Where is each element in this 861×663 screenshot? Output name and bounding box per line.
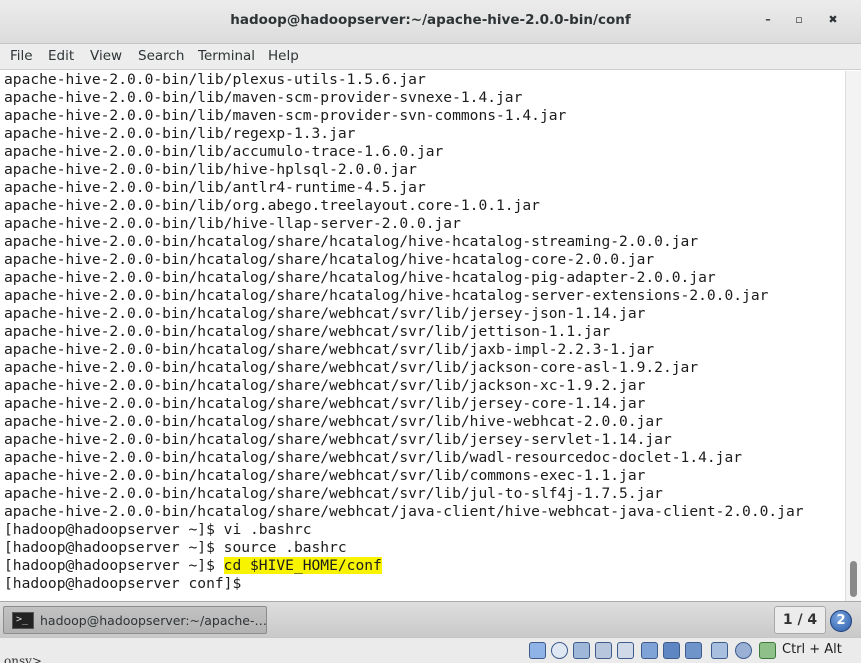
network-icon[interactable] xyxy=(641,642,658,659)
terminal-line: apache-hive-2.0.0-bin/hcatalog/share/hca… xyxy=(4,287,769,304)
terminal-line: apache-hive-2.0.0-bin/lib/maven-scm-prov… xyxy=(4,107,567,124)
menu-edit[interactable]: Edit xyxy=(48,48,74,64)
terminal-line: apache-hive-2.0.0-bin/hcatalog/share/hca… xyxy=(4,269,716,286)
terminal-line: apache-hive-2.0.0-bin/lib/org.abego.tree… xyxy=(4,197,540,214)
menu-view[interactable]: View xyxy=(90,48,122,64)
window-title: hadoop@hadoopserver:~/apache-hive-2.0.0-… xyxy=(230,12,631,28)
shared-folder-icon[interactable] xyxy=(685,642,702,659)
menu-search[interactable]: Search xyxy=(138,48,184,64)
terminal-line: apache-hive-2.0.0-bin/hcatalog/share/web… xyxy=(4,467,646,484)
terminal-line: apache-hive-2.0.0-bin/hcatalog/share/web… xyxy=(4,413,663,430)
usb-icon[interactable] xyxy=(573,642,590,659)
taskbar-task-label: hadoop@hadoopserver:~/apache-… xyxy=(40,613,267,628)
video-capture-icon[interactable] xyxy=(711,642,728,659)
terminal-line: apache-hive-2.0.0-bin/hcatalog/share/web… xyxy=(4,305,646,322)
menu-bar: File Edit View Search Terminal Help xyxy=(0,44,861,70)
menu-help[interactable]: Help xyxy=(268,48,299,64)
terminal-current-prompt[interactable]: [hadoop@hadoopserver conf]$ xyxy=(4,575,250,593)
help-icon[interactable]: 2 xyxy=(830,610,852,632)
terminal-line: apache-hive-2.0.0-bin/lib/antlr4-runtime… xyxy=(4,179,426,196)
terminal-line: apache-hive-2.0.0-bin/hcatalog/share/web… xyxy=(4,377,646,394)
prompt: [hadoop@hadoopserver ~]$ xyxy=(4,557,224,574)
terminal-scrollbar[interactable] xyxy=(845,71,861,601)
audio-icon[interactable] xyxy=(595,642,612,659)
taskbar: >_ hadoop@hadoopserver:~/apache-… 1 / 4 … xyxy=(0,601,861,637)
hdd-icon[interactable] xyxy=(529,642,546,659)
terminal-icon: >_ xyxy=(12,612,34,629)
scrollbar-thumb[interactable] xyxy=(850,561,857,597)
terminal-line: [hadoop@hadoopserver ~]$ source .bashrc xyxy=(4,539,347,556)
close-button[interactable]: ✖ xyxy=(825,12,841,28)
menu-file[interactable]: File xyxy=(10,48,33,64)
terminal-line: apache-hive-2.0.0-bin/hcatalog/share/web… xyxy=(4,395,646,412)
terminal-line: apache-hive-2.0.0-bin/hcatalog/share/web… xyxy=(4,485,663,502)
terminal-line: apache-hive-2.0.0-bin/hcatalog/share/hca… xyxy=(4,251,655,268)
down-arrow-icon[interactable] xyxy=(759,642,776,659)
display-icon[interactable] xyxy=(663,642,680,659)
highlighted-command: cd $HIVE_HOME/conf xyxy=(223,557,382,574)
window-titlebar[interactable]: hadoop@hadoopserver:~/apache-hive-2.0.0-… xyxy=(0,0,861,44)
terminal-command-line: [hadoop@hadoopserver ~]$ cd $HIVE_HOME/c… xyxy=(4,557,382,575)
vm-status-bar: onsv> Ctrl + Alt xyxy=(0,637,861,663)
terminal-output[interactable]: apache-hive-2.0.0-bin/lib/plexus-utils-1… xyxy=(0,71,845,601)
maximize-button[interactable]: ▫ xyxy=(791,12,807,28)
terminal-line: apache-hive-2.0.0-bin/hcatalog/share/web… xyxy=(4,503,804,520)
optical-disc-icon[interactable] xyxy=(551,642,568,659)
pen-icon[interactable] xyxy=(617,642,634,659)
terminal-line: apache-hive-2.0.0-bin/hcatalog/share/hca… xyxy=(4,233,699,250)
terminal-line: apache-hive-2.0.0-bin/lib/hive-llap-serv… xyxy=(4,215,461,232)
minimize-button[interactable]: – xyxy=(760,12,776,28)
terminal-line: [hadoop@hadoopserver ~]$ vi .bashrc xyxy=(4,521,312,538)
terminal-line: apache-hive-2.0.0-bin/hcatalog/share/web… xyxy=(4,359,699,376)
menu-terminal[interactable]: Terminal xyxy=(198,48,255,64)
terminal-line: apache-hive-2.0.0-bin/lib/plexus-utils-1… xyxy=(4,71,426,88)
background-text-fragment: onsv> xyxy=(4,654,42,663)
settings-icon[interactable] xyxy=(735,642,752,659)
terminal-icon-glyph: >_ xyxy=(16,614,29,625)
terminal-line: apache-hive-2.0.0-bin/hcatalog/share/web… xyxy=(4,323,611,340)
workspace-pager[interactable]: 1 / 4 xyxy=(774,606,826,634)
terminal-line: apache-hive-2.0.0-bin/hcatalog/share/web… xyxy=(4,341,655,358)
host-key-label: Ctrl + Alt xyxy=(782,642,842,657)
terminal-line: apache-hive-2.0.0-bin/lib/maven-scm-prov… xyxy=(4,89,523,106)
terminal-line: apache-hive-2.0.0-bin/hcatalog/share/web… xyxy=(4,431,672,448)
terminal-line: apache-hive-2.0.0-bin/lib/accumulo-trace… xyxy=(4,143,444,160)
terminal-line: apache-hive-2.0.0-bin/hcatalog/share/web… xyxy=(4,449,743,466)
terminal-line: apache-hive-2.0.0-bin/lib/hive-hplsql-2.… xyxy=(4,161,417,178)
taskbar-terminal-task[interactable]: >_ hadoop@hadoopserver:~/apache-… xyxy=(3,606,267,634)
terminal-line: apache-hive-2.0.0-bin/lib/regexp-1.3.jar xyxy=(4,125,356,142)
